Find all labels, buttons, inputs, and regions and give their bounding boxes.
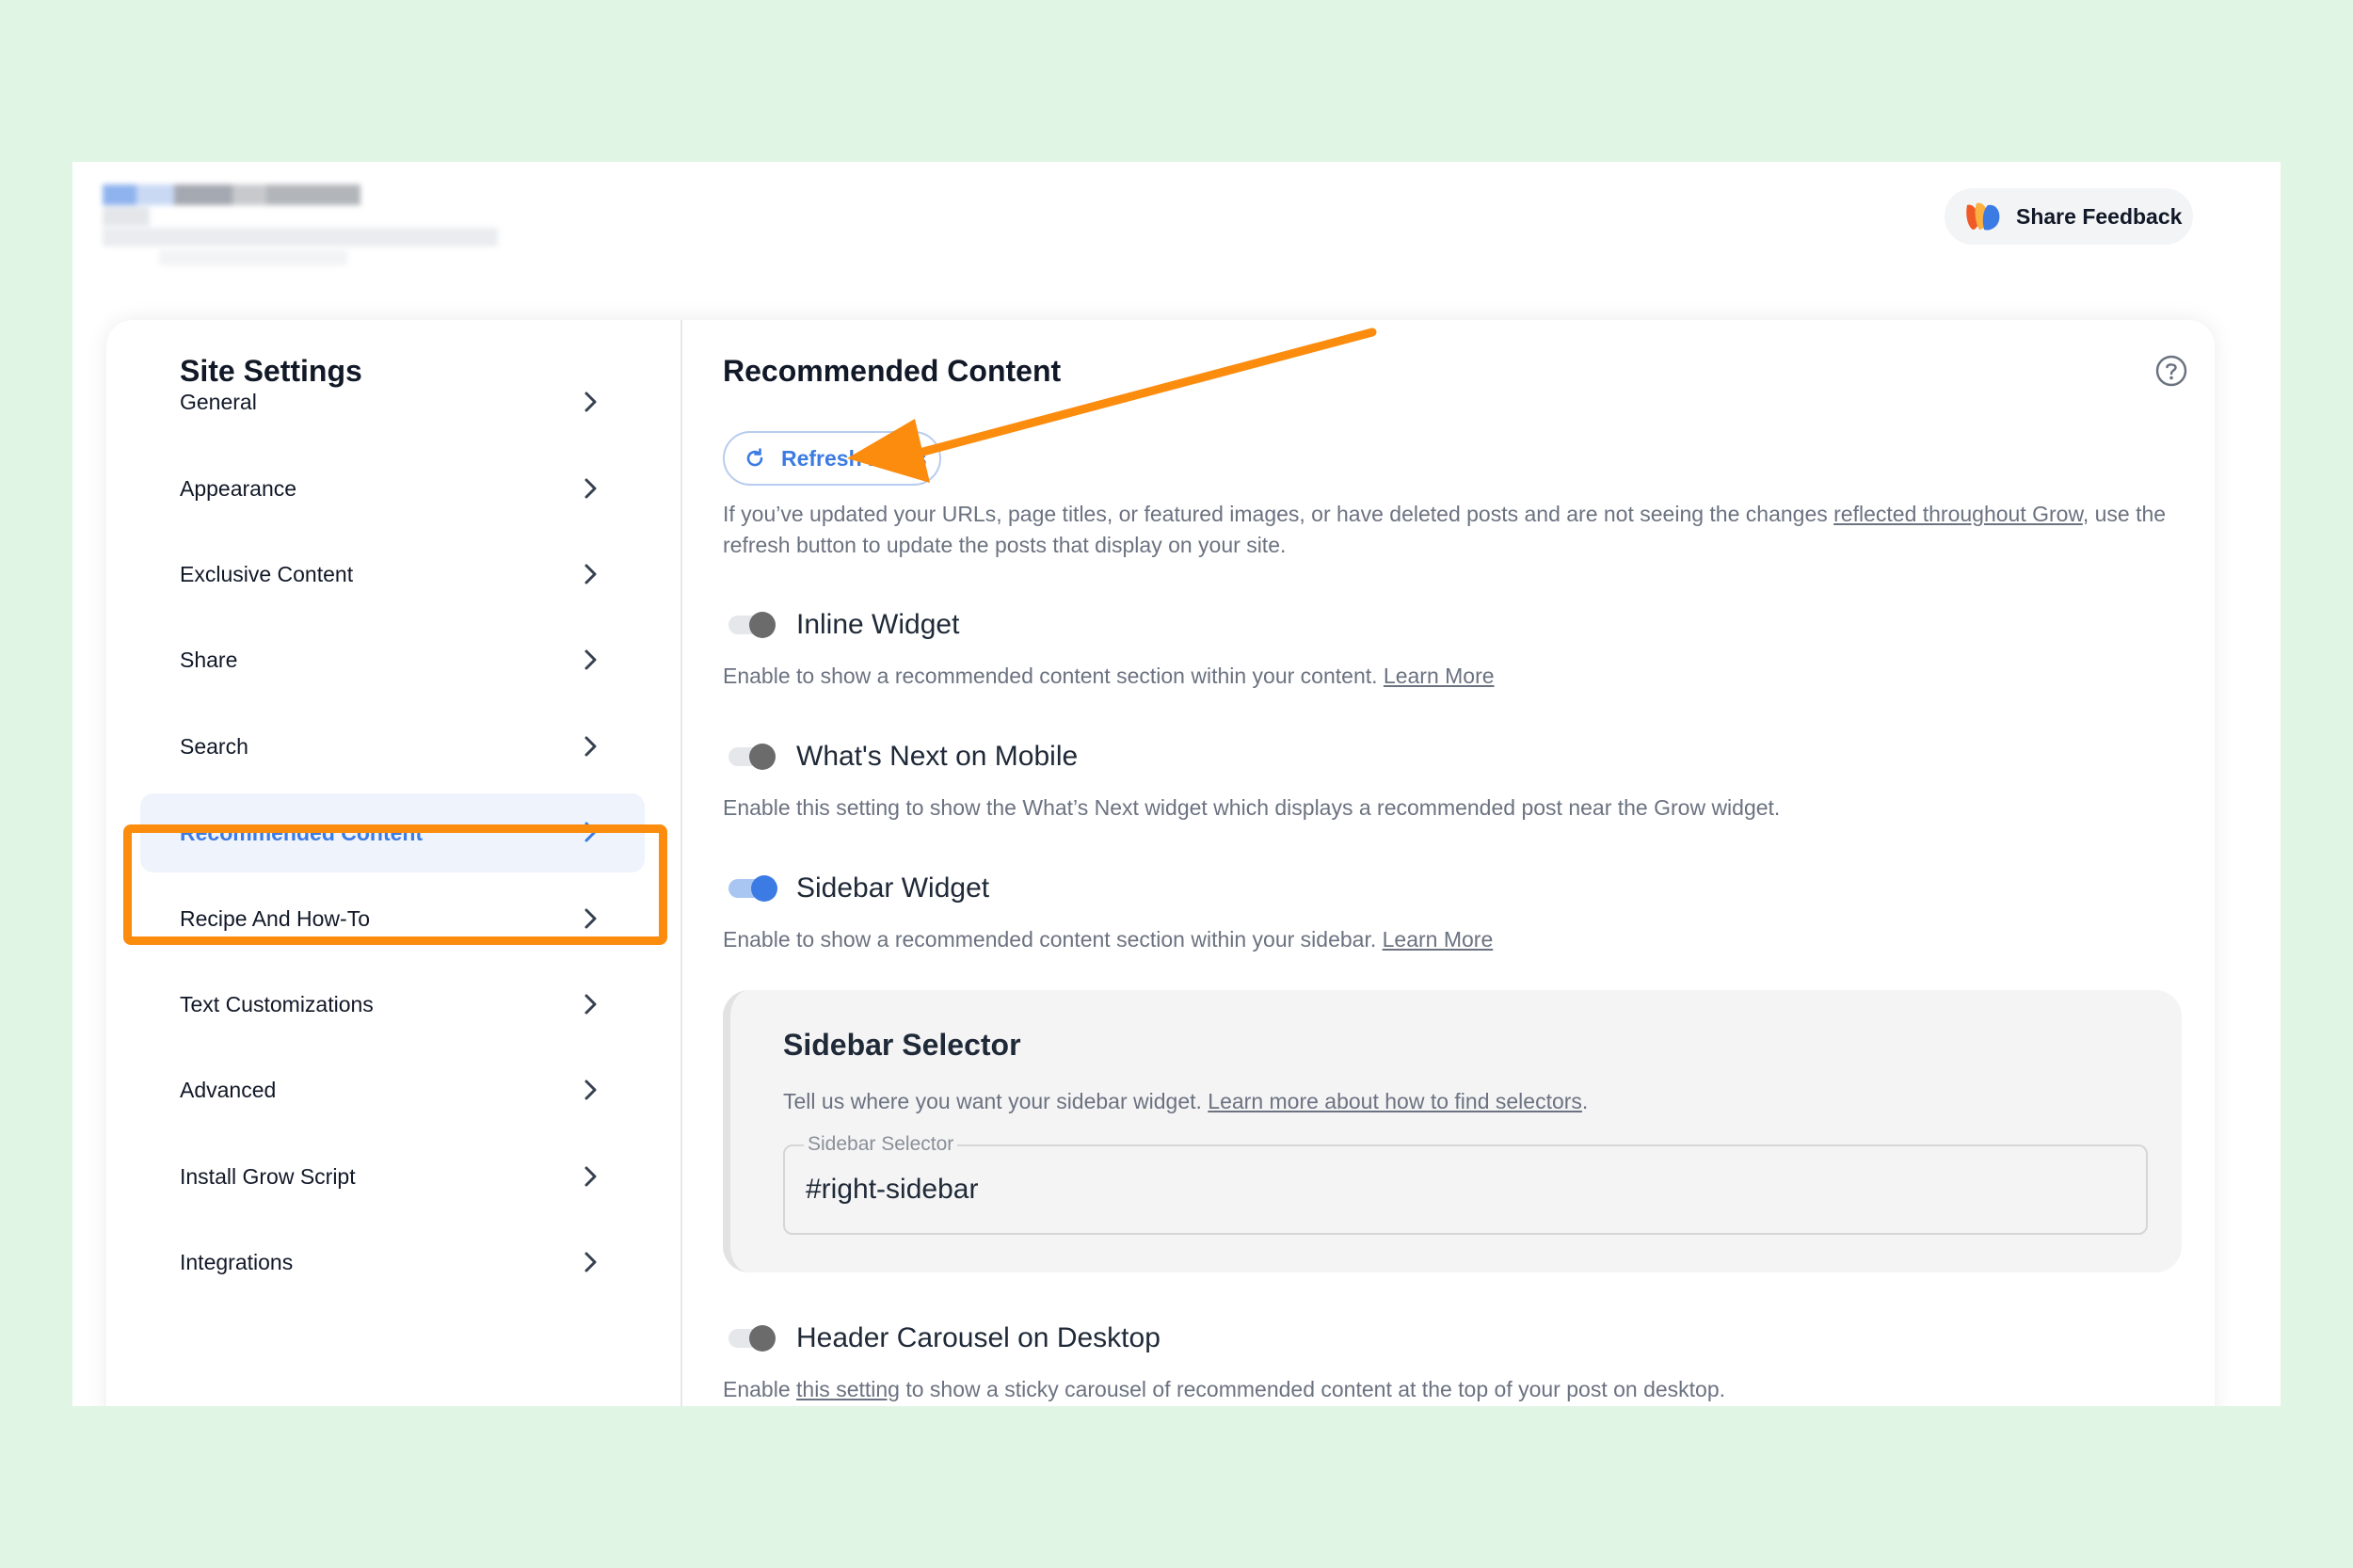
sidebar-item-share[interactable]: Share <box>140 621 645 698</box>
sidebar-item-recommended-content[interactable]: Recommended Content <box>140 793 645 872</box>
refresh-posts-label: Refresh Posts <box>781 445 927 471</box>
header-carousel-setting-link[interactable]: this setting <box>796 1377 900 1401</box>
chevron-right-icon <box>584 649 597 670</box>
header-carousel-description-text: Enable <box>723 1377 797 1401</box>
sidebar-selector-field-label: Sidebar Selector <box>804 1133 958 1156</box>
sidebar-item-text-customizations[interactable]: Text Customizations <box>140 966 645 1043</box>
chevron-right-icon <box>584 392 597 412</box>
sidebar-item-advanced[interactable]: Advanced <box>140 1051 645 1128</box>
whats-next-description: Enable this setting to show the What’s N… <box>723 795 1781 820</box>
sidebar-item-label: Advanced <box>180 1077 277 1102</box>
sidebar-item-label: Integrations <box>180 1249 294 1274</box>
sidebar-item-label: Search <box>180 733 248 759</box>
sidebar-selector-description-text: Tell us where you want your sidebar widg… <box>783 1089 1209 1113</box>
sidebar-item-label: Appearance <box>180 475 297 501</box>
reflected-throughout-grow-link[interactable]: reflected throughout Grow <box>1833 502 2083 526</box>
sidebar-item-appearance[interactable]: Appearance <box>140 450 645 527</box>
sidebar-item-label: Recommended Content <box>180 820 424 845</box>
chevron-right-icon <box>584 1080 597 1100</box>
sidebar-widget-toggle[interactable] <box>723 872 779 905</box>
chevron-right-icon <box>584 478 597 499</box>
sidebar-item-label: Exclusive Content <box>180 561 354 586</box>
refresh-description-text: If you’ve updated your URLs, page titles… <box>723 502 1834 526</box>
inline-widget-description: Enable to show a recommended content sec… <box>723 661 1495 692</box>
header-carousel-row: Header Carousel on Desktop <box>723 1321 1160 1355</box>
chevron-right-icon <box>584 564 597 584</box>
help-circle-icon[interactable] <box>2154 354 2188 388</box>
sidebar-widget-description: Enable to show a recommended content sec… <box>723 924 1493 955</box>
grow-logo-icon <box>1966 202 2000 231</box>
whats-next-toggle[interactable] <box>723 740 779 774</box>
sidebar-selector-description-end: . <box>1581 1089 1589 1113</box>
sidebar-item-label: Share <box>180 647 238 672</box>
app-window: Share Feedback Site Settings General App… <box>72 162 2281 1406</box>
sidebar-item-exclusive-content[interactable]: Exclusive Content <box>140 536 645 613</box>
sidebar-selector-panel: Sidebar Selector Tell us where you want … <box>723 990 2182 1272</box>
share-feedback-button[interactable]: Share Feedback <box>1945 188 2193 245</box>
sidebar-item-label: Text Customizations <box>180 991 374 1016</box>
chevron-right-icon <box>584 908 597 929</box>
whats-next-label: What's Next on Mobile <box>796 741 1079 772</box>
inline-widget-learn-more-link[interactable]: Learn More <box>1384 664 1495 688</box>
sidebar-selector-title: Sidebar Selector <box>783 1028 1021 1062</box>
sidebar-widget-label: Sidebar Widget <box>796 872 990 904</box>
inline-widget-row: Inline Widget <box>723 608 959 642</box>
settings-sidebar: Site Settings General Appearance Exclusi… <box>106 320 682 1406</box>
find-selectors-link[interactable]: Learn more about how to find selectors <box>1208 1089 1582 1113</box>
chevron-right-icon <box>584 822 597 842</box>
sidebar-widget-description-text: Enable to show a recommended content sec… <box>723 927 1383 952</box>
sidebar-item-label: General <box>180 389 257 414</box>
chevron-right-icon <box>584 736 597 757</box>
sidebar-widget-learn-more-link[interactable]: Learn More <box>1383 927 1494 952</box>
sidebar-item-general[interactable]: General <box>140 363 645 440</box>
page-title: Recommended Content <box>723 354 1062 388</box>
sidebar-selector-description: Tell us where you want your sidebar widg… <box>783 1086 1588 1117</box>
sidebar-selector-input[interactable] <box>804 1165 2125 1214</box>
sidebar-selector-field: Sidebar Selector <box>783 1133 2148 1235</box>
refresh-icon <box>746 448 763 467</box>
sidebar-item-label: Install Grow Script <box>180 1163 356 1189</box>
share-feedback-label: Share Feedback <box>2016 203 2183 229</box>
header-carousel-toggle[interactable] <box>723 1321 779 1355</box>
sidebar-item-install-grow-script[interactable]: Install Grow Script <box>140 1138 645 1215</box>
refresh-posts-button[interactable]: Refresh Posts <box>723 431 941 486</box>
settings-card: Site Settings General Appearance Exclusi… <box>106 320 2215 1406</box>
header-carousel-description: Enable this setting to show a sticky car… <box>723 1374 1725 1405</box>
whats-next-row: What's Next on Mobile <box>723 740 1078 774</box>
sidebar-widget-row: Sidebar Widget <box>723 872 989 905</box>
inline-widget-description-text: Enable to show a recommended content sec… <box>723 664 1384 688</box>
inline-widget-label: Inline Widget <box>796 609 960 640</box>
header-carousel-label: Header Carousel on Desktop <box>796 1322 1160 1353</box>
sidebar-item-recipe-and-how-to[interactable]: Recipe And How-To <box>140 880 645 957</box>
sidebar-item-integrations[interactable]: Integrations <box>140 1224 645 1301</box>
blurred-site-logo <box>103 184 507 279</box>
sidebar-item-search[interactable]: Search <box>140 708 645 785</box>
chevron-right-icon <box>584 994 597 1015</box>
chevron-right-icon <box>584 1166 597 1187</box>
inline-widget-toggle[interactable] <box>723 608 779 642</box>
chevron-right-icon <box>584 1252 597 1272</box>
sidebar-item-label: Recipe And How-To <box>180 905 370 931</box>
header-carousel-description-end: to show a sticky carousel of recommended… <box>899 1377 1726 1401</box>
refresh-description: If you’ve updated your URLs, page titles… <box>723 499 2210 561</box>
settings-main-panel: Recommended Content Refresh Posts If you… <box>682 320 2215 1406</box>
